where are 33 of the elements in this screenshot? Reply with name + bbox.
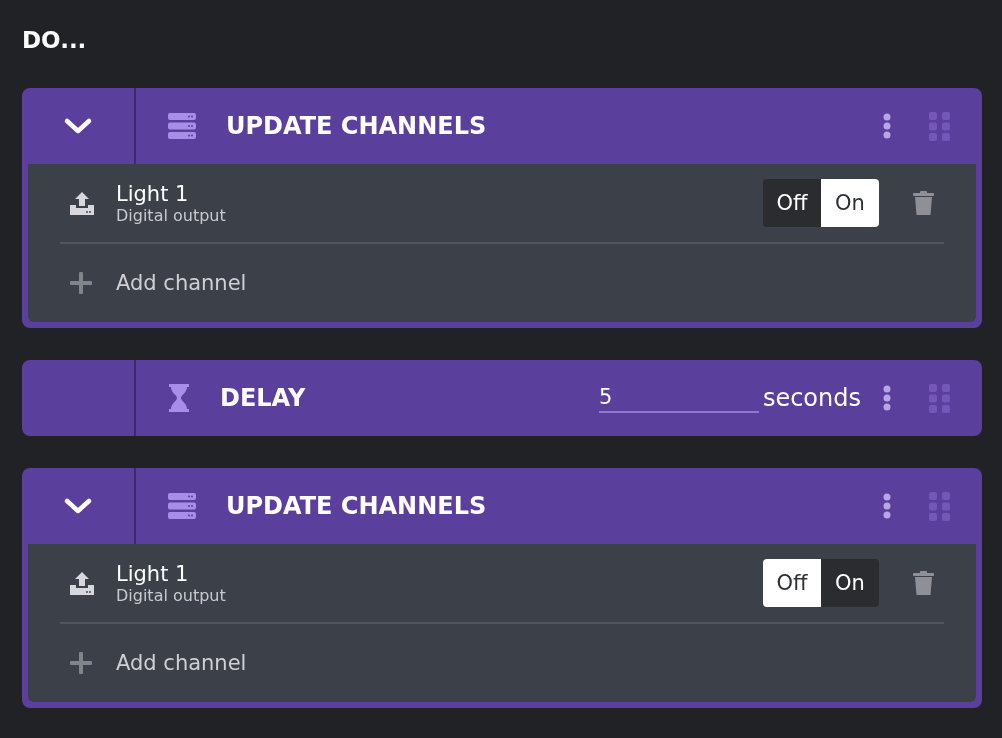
more-icon[interactable]: [883, 385, 891, 411]
drag-handle-icon[interactable]: [929, 383, 950, 413]
collapse-button[interactable]: [63, 497, 93, 515]
channel-name: Light 1: [116, 561, 190, 586]
channel-type: Digital output: [116, 585, 227, 605]
section-heading: DO...: [22, 26, 88, 55]
action-title: UPDATE CHANNELS: [226, 112, 488, 140]
drag-handle-icon[interactable]: [929, 491, 950, 521]
hourglass-icon: [168, 384, 190, 412]
server-stack-icon: [168, 113, 196, 139]
delay-input[interactable]: 5: [598, 383, 759, 413]
action-title: UPDATE CHANNELS: [226, 492, 488, 520]
plus-icon[interactable]: [70, 272, 92, 294]
add-channel-link[interactable]: Add channel: [116, 271, 247, 295]
more-icon[interactable]: [883, 113, 891, 139]
toggle-option[interactable]: On: [821, 559, 879, 607]
server-stack-icon: [168, 493, 196, 519]
drag-handle-icon[interactable]: [929, 111, 950, 141]
upload-icon: [70, 191, 94, 215]
toggle-option[interactable]: Off: [763, 179, 821, 227]
more-icon[interactable]: [883, 493, 891, 519]
unit-label: seconds: [762, 384, 861, 412]
collapse-button[interactable]: [63, 117, 93, 135]
delete-icon[interactable]: [913, 191, 934, 215]
plus-icon[interactable]: [70, 652, 92, 674]
toggle-option[interactable]: Off: [763, 559, 821, 607]
add-channel-link[interactable]: Add channel: [116, 651, 247, 675]
action-title: DELAY: [220, 384, 307, 412]
channel-type: Digital output: [116, 205, 227, 225]
channel-name: Light 1: [116, 181, 190, 206]
delete-icon[interactable]: [913, 571, 934, 595]
toggle-option[interactable]: On: [821, 179, 879, 227]
upload-icon: [70, 571, 94, 595]
